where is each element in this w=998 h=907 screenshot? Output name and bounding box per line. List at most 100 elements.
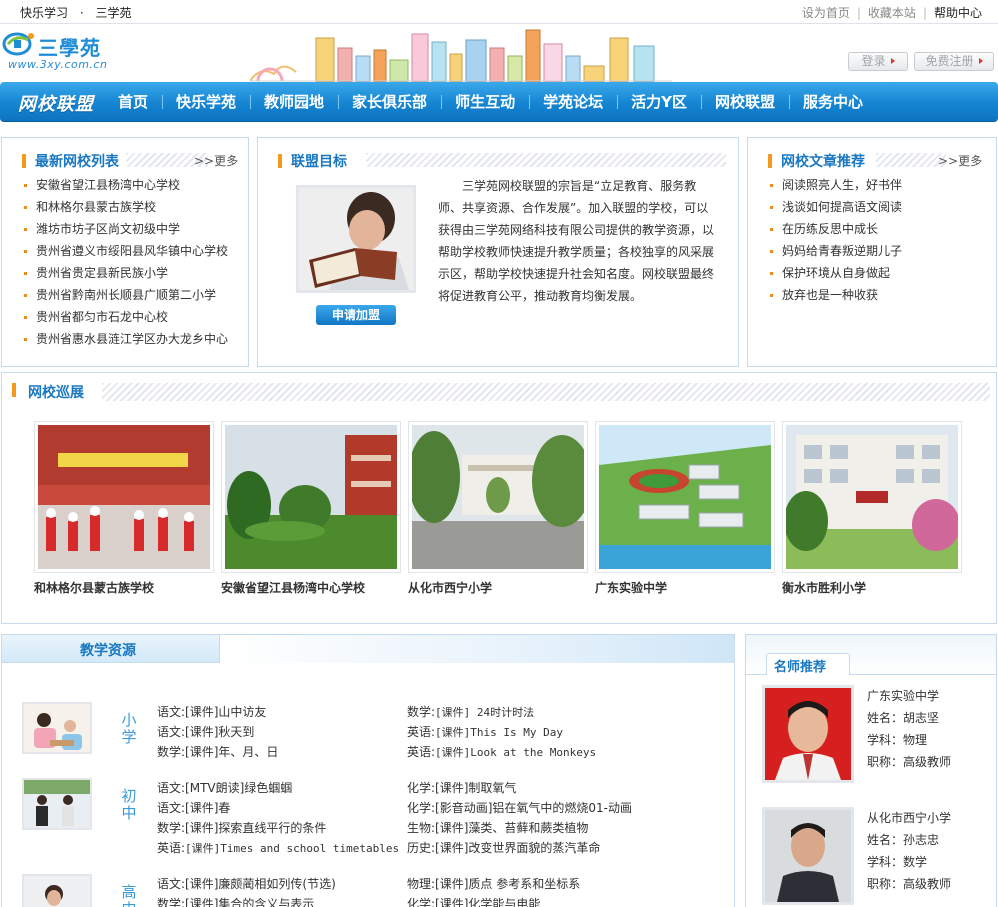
resource-item[interactable]: 生物:[课件]藻类、苔藓和蕨类植物: [407, 818, 588, 838]
article-list: 阅读照亮人生，好书伴 浅谈如何提高语文阅读 在历练反思中成长 妈妈给青春叛逆期儿…: [770, 174, 902, 306]
nav-item-interaction[interactable]: 师生互动: [441, 82, 529, 122]
resource-item[interactable]: 英语:[课件]This Is My Day: [407, 722, 563, 742]
nav-item-parent-club[interactable]: 家长俱乐部: [338, 82, 441, 122]
panel-title: 网校巡展: [28, 385, 84, 401]
list-item[interactable]: 阅读照亮人生，好书伴: [770, 174, 902, 196]
resource-item[interactable]: 语文:[MTV朗读]绿色蝈蝈: [157, 778, 292, 798]
teacher-photo-1[interactable]: [762, 685, 854, 783]
list-item[interactable]: 在历练反思中成长: [770, 218, 902, 240]
list-item[interactable]: 贵州省贵定县新民族小学: [24, 262, 228, 284]
resource-item[interactable]: 化学:[课件]化学能与电能: [407, 894, 540, 907]
showcase-caption-4[interactable]: 广东实验中学: [595, 579, 667, 596]
resource-item[interactable]: 数学:[课件]探索直线平行的条件: [157, 818, 326, 838]
nav-item-teacher-garden[interactable]: 教师园地: [250, 82, 338, 122]
resource-item[interactable]: 数学:[课件]集合的含义与表示: [157, 894, 314, 907]
showcase-photo-2[interactable]: [221, 421, 401, 573]
apply-join-button[interactable]: 申请加盟: [316, 305, 396, 325]
latest-school-list-panel: 最新网校列表 >>更多 安徽省望江县杨湾中心学校 和林格尔县蒙古族学校 潍坊市坊…: [1, 137, 249, 367]
set-homepage-link[interactable]: 设为首页: [802, 6, 850, 20]
help-center-link[interactable]: 帮助中心: [934, 6, 982, 20]
showcase-caption-5[interactable]: 衡水市胜利小学: [782, 579, 866, 596]
panel-title: 教学资源: [80, 643, 136, 659]
top-links-right: 设为首页 | 收藏本站 | 帮助中心: [802, 4, 982, 21]
list-item[interactable]: 浅谈如何提高语文阅读: [770, 196, 902, 218]
resource-item[interactable]: 数学:[课件] 24时计时法: [407, 702, 534, 722]
teaching-resources-panel: 教学资源 小学 语文:[课件]山中访友 语文:[课件]秋天到 数学:[课件]年、…: [1, 634, 735, 907]
showcase-photo-4[interactable]: [595, 421, 775, 573]
more-link[interactable]: >>更多: [194, 152, 238, 169]
login-button[interactable]: 登录: [848, 52, 908, 71]
more-link[interactable]: >>更多: [938, 152, 982, 169]
nav-item-service-center[interactable]: 服务中心: [788, 82, 877, 122]
arrow-right-icon: [890, 58, 895, 64]
login-label: 登录: [861, 54, 886, 68]
top-dot-separator: ·: [79, 6, 84, 20]
resource-item[interactable]: 数学:[课件]年、月、日: [157, 742, 278, 762]
list-item[interactable]: 安徽省望江县杨湾中心学校: [24, 174, 228, 196]
list-item[interactable]: 贵州省黔南州长顺县广顺第二小学: [24, 284, 228, 306]
list-item[interactable]: 贵州省惠水县涟江学区办大龙乡中心: [24, 328, 228, 350]
logo-mark-icon: [2, 32, 34, 56]
list-item[interactable]: 放弃也是一种收获: [770, 284, 902, 306]
resource-item[interactable]: 历史:[课件]改变世界面貌的蒸汽革命: [407, 838, 600, 858]
title-marker: [12, 383, 16, 397]
showcase-caption-1[interactable]: 和林格尔县蒙古族学校: [34, 579, 154, 596]
list-item[interactable]: 贵州省遵义市绥阳县风华镇中心学校: [24, 240, 228, 262]
list-item[interactable]: 和林格尔县蒙古族学校: [24, 196, 228, 218]
resource-item[interactable]: 语文:[课件]廉颇蔺相如列传(节选): [157, 874, 336, 894]
top-bar: 快乐学习 · 三学苑 设为首页 | 收藏本站 | 帮助中心: [0, 0, 998, 24]
primary-level-image: [22, 702, 92, 754]
site-logo[interactable]: 三學苑 www.3xy.com.cn: [2, 28, 112, 78]
panel-title: 名师推荐: [774, 660, 827, 675]
city-skyline-illustration: [250, 29, 672, 82]
school-list: 安徽省望江县杨湾中心学校 和林格尔县蒙古族学校 潍坊市坊子区尚文初级中学 贵州省…: [24, 174, 228, 350]
bookmark-link[interactable]: 收藏本站: [868, 6, 916, 20]
list-item[interactable]: 贵州省都匀市石龙中心校: [24, 306, 228, 328]
resource-item[interactable]: 语文:[课件]秋天到: [157, 722, 254, 742]
resource-item[interactable]: 英语:[课件]Times and school timetables: [157, 838, 399, 858]
resource-item[interactable]: 化学:[影音动画]铝在氧气中的燃烧01-动画: [407, 798, 632, 818]
nav-item-forum[interactable]: 学苑论坛: [529, 82, 617, 122]
school-event-photo: [38, 425, 210, 569]
showcase-caption-3[interactable]: 从化市西宁小学: [408, 579, 492, 596]
teacher-photo-2[interactable]: [762, 807, 854, 905]
nav-item-happy-academy[interactable]: 快乐学苑: [162, 82, 250, 122]
more-label: 更多: [958, 154, 983, 168]
teacher-school[interactable]: 从化市西宁小学: [867, 807, 951, 829]
showcase-caption-2[interactable]: 安徽省望江县杨湾中心学校: [221, 579, 365, 596]
arrow-right-icon: [978, 58, 983, 64]
top-link-happy-learning[interactable]: 快乐学习: [20, 6, 68, 20]
list-item[interactable]: 保护环境从自身做起: [770, 262, 902, 284]
stripe-decoration: [876, 153, 946, 167]
teacher-title: 职称：高级教师: [867, 755, 952, 769]
title-marker: [22, 154, 26, 168]
nav-item-home[interactable]: 首页: [104, 82, 162, 122]
showcase-photo-3[interactable]: [408, 421, 592, 573]
list-item[interactable]: 妈妈给青春叛逆期儿子: [770, 240, 902, 262]
panel-title: 网校文章推荐: [781, 154, 865, 170]
header-band: [220, 635, 734, 663]
campus-rendering-photo: [599, 425, 771, 569]
teacher-name: 姓名：胡志坚: [867, 711, 940, 725]
school-garden-photo: [225, 425, 397, 569]
nav-item-school-alliance[interactable]: 网校联盟: [700, 82, 789, 122]
school-courtyard-photo: [408, 425, 592, 569]
separator: |: [922, 6, 927, 20]
resource-item[interactable]: 物理:[课件]质点 参考系和坐标系: [407, 874, 580, 894]
resource-item[interactable]: 化学:[课件]制取氧气: [407, 778, 516, 798]
resource-item[interactable]: 语文:[课件]春: [157, 798, 230, 818]
featured-teachers-panel: 名师推荐 广东实验中学 姓名：胡志坚 学科：物理 职称：高级教师 从化市西宁小学…: [745, 634, 997, 907]
list-item[interactable]: 潍坊市坊子区尚文初级中学: [24, 218, 228, 240]
register-button[interactable]: 免费注册: [914, 52, 994, 71]
nav-brand: 网校联盟: [18, 94, 94, 115]
level-label-senior: 高中: [121, 883, 137, 907]
showcase-photo-1[interactable]: [34, 421, 214, 573]
nav-item-y-zone[interactable]: 活力Y区: [617, 82, 701, 122]
resource-item[interactable]: 英语:[课件]Look at the Monkeys: [407, 742, 596, 762]
top-link-sanxueyuan[interactable]: 三学苑: [96, 6, 132, 20]
teacher-school[interactable]: 广东实验中学: [867, 685, 951, 707]
showcase-photo-5[interactable]: [782, 421, 962, 573]
stripe-decoration: [366, 153, 726, 167]
more-label: 更多: [214, 154, 239, 168]
resource-item[interactable]: 语文:[课件]山中访友: [157, 702, 266, 722]
